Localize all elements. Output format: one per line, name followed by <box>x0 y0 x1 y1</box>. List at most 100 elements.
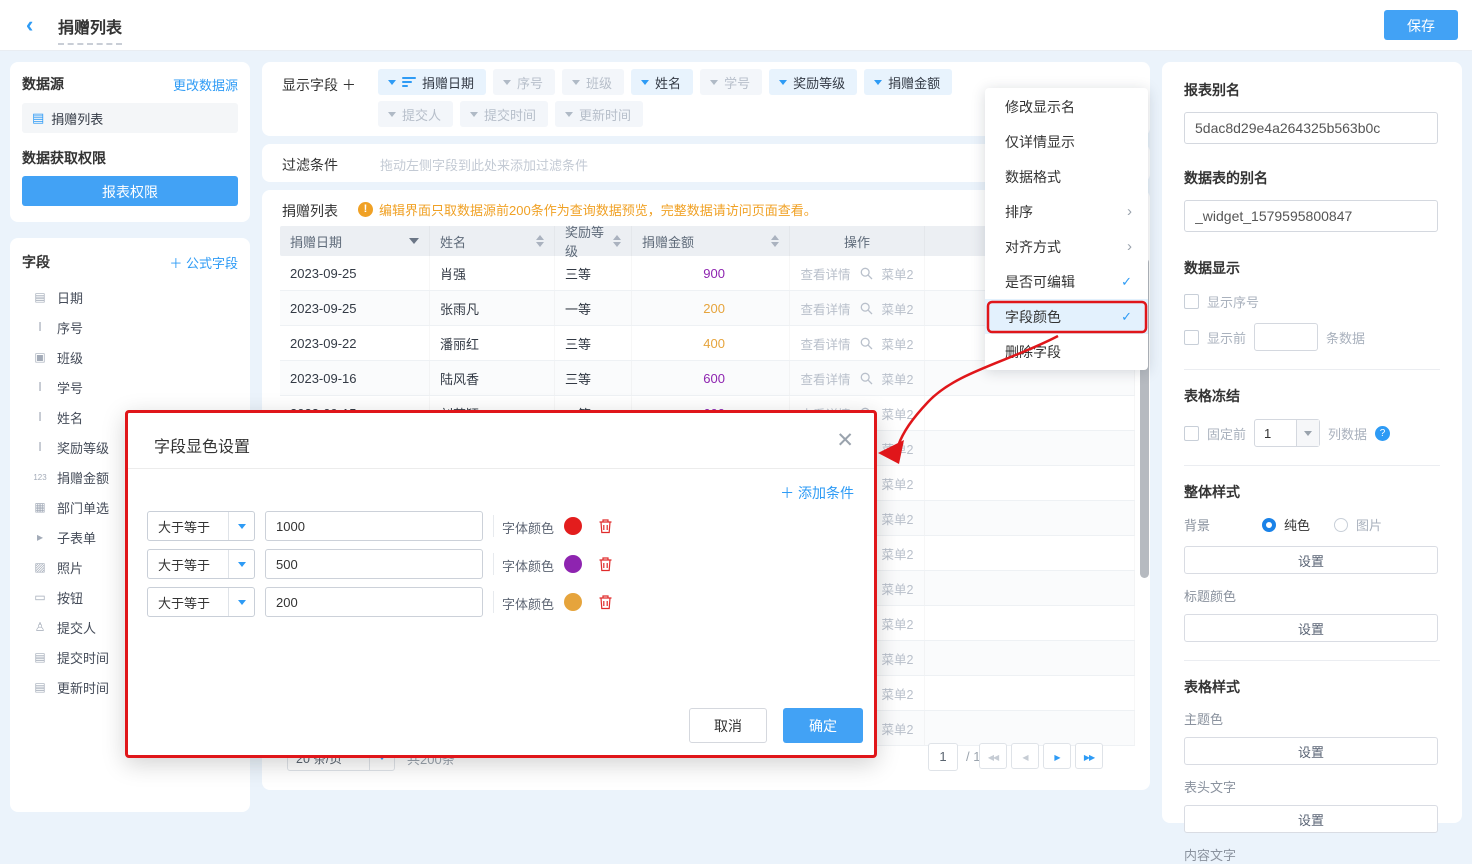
field-item-班级[interactable]: ▣班级 <box>10 342 250 372</box>
sort-desc-icon[interactable] <box>409 238 419 244</box>
filter-dropzone[interactable]: 拖动左侧字段到此处来添加过滤条件 <box>380 155 588 174</box>
header-text-set-button[interactable]: 设置 <box>1184 805 1438 833</box>
field-item-学号[interactable]: Ⅰ学号 <box>10 372 250 402</box>
freeze-count-select[interactable]: 1 <box>1254 419 1320 447</box>
menu2-link[interactable]: 菜单2 <box>882 649 914 668</box>
menu-item-排序[interactable]: 排序› <box>985 194 1148 229</box>
threshold-input[interactable] <box>265 549 483 579</box>
display-field-chip[interactable]: 班级 <box>562 69 624 95</box>
operator-select[interactable]: 大于等于 <box>147 511 255 541</box>
menu2-link[interactable]: 菜单2 <box>882 544 914 563</box>
show-first-checkbox[interactable] <box>1184 330 1199 345</box>
next-page-button[interactable]: ▶ <box>1043 743 1071 769</box>
menu-item-修改显示名[interactable]: 修改显示名 <box>985 89 1148 124</box>
show-serial-checkbox[interactable] <box>1184 294 1199 309</box>
display-field-chip[interactable]: 提交时间 <box>460 101 548 127</box>
add-formula-field-link[interactable]: ＋ 公式字段 <box>169 253 238 272</box>
column-header-奖励等级[interactable]: 奖励等级 <box>555 226 632 256</box>
save-button[interactable]: 保存 <box>1384 10 1458 40</box>
menu2-link[interactable]: 菜单2 <box>882 299 914 318</box>
fix-first-checkbox[interactable] <box>1184 426 1199 441</box>
bg-solid-radio[interactable] <box>1262 518 1276 532</box>
cancel-button[interactable]: 取消 <box>689 708 767 743</box>
show-first-count-input[interactable] <box>1254 323 1318 351</box>
view-detail-link[interactable]: 查看详情 <box>801 299 851 318</box>
menu2-link[interactable]: 菜单2 <box>882 474 914 493</box>
view-detail-link[interactable]: 查看详情 <box>801 334 851 353</box>
search-icon[interactable] <box>860 337 873 350</box>
view-detail-link[interactable]: 查看详情 <box>801 264 851 283</box>
page-number-input[interactable]: 1 <box>928 743 958 771</box>
sort-icon[interactable] <box>613 235 621 247</box>
color-swatch[interactable] <box>564 555 582 573</box>
menu2-link[interactable]: 菜单2 <box>882 719 914 738</box>
menu2-link[interactable]: 菜单2 <box>882 509 914 528</box>
column-header-捐赠日期[interactable]: 捐赠日期 <box>280 226 430 256</box>
datasource-item[interactable]: ▤ 捐赠列表 <box>22 103 238 133</box>
field-item-日期[interactable]: ▤日期 <box>10 282 250 312</box>
table-alias-input[interactable] <box>1184 200 1438 232</box>
menu2-link[interactable]: 菜单2 <box>882 684 914 703</box>
delete-icon[interactable] <box>598 518 613 539</box>
report-permission-button[interactable]: 报表权限 <box>22 176 238 206</box>
last-page-button[interactable]: ▶▶ <box>1075 743 1103 769</box>
menu-item-字段颜色[interactable]: 字段颜色✓ <box>985 299 1148 334</box>
confirm-button[interactable]: 确定 <box>783 708 863 743</box>
first-page-button[interactable]: ◀◀ <box>979 743 1007 769</box>
search-icon[interactable] <box>860 302 873 315</box>
menu-item-数据格式[interactable]: 数据格式 <box>985 159 1148 194</box>
color-swatch[interactable] <box>564 517 582 535</box>
menu-item-删除字段[interactable]: 删除字段 <box>985 334 1148 369</box>
menu2-link[interactable]: 菜单2 <box>882 264 914 283</box>
column-header-捐赠金额[interactable]: 捐赠金额 <box>632 226 790 256</box>
search-icon[interactable] <box>860 372 873 385</box>
menu2-link[interactable]: 菜单2 <box>882 439 914 458</box>
menu2-link[interactable]: 菜单2 <box>882 369 914 388</box>
divider <box>1184 465 1440 466</box>
display-field-chip[interactable]: 奖励等级 <box>769 69 857 95</box>
delete-icon[interactable] <box>598 594 613 615</box>
display-field-chip[interactable]: 提交人 <box>378 101 453 127</box>
add-condition-link[interactable]: ＋ 添加条件 <box>780 483 854 503</box>
change-datasource-link[interactable]: 更改数据源 <box>173 75 238 94</box>
sort-icon[interactable] <box>771 235 779 247</box>
filler-cell <box>925 571 1135 605</box>
close-icon[interactable]: ✕ <box>836 430 854 451</box>
menu2-link[interactable]: 菜单2 <box>882 614 914 633</box>
threshold-input[interactable] <box>265 511 483 541</box>
column-header-姓名[interactable]: 姓名 <box>430 226 555 256</box>
back-icon[interactable]: ‹ <box>26 12 33 38</box>
delete-icon[interactable] <box>598 556 613 577</box>
font-color-label: 字体颜色 <box>502 594 554 613</box>
menu2-link[interactable]: 菜单2 <box>882 334 914 353</box>
display-field-chip[interactable]: 捐赠日期 <box>378 69 486 95</box>
view-detail-link[interactable]: 查看详情 <box>801 369 851 388</box>
display-field-chip[interactable]: 学号 <box>700 69 762 95</box>
display-field-chip[interactable]: 捐赠金额 <box>864 69 952 95</box>
menu2-link[interactable]: 菜单2 <box>882 579 914 598</box>
filler-cell <box>925 466 1135 500</box>
help-icon[interactable]: ? <box>1375 426 1390 441</box>
display-field-chip[interactable]: 序号 <box>493 69 555 95</box>
menu2-link[interactable]: 菜单2 <box>882 404 914 423</box>
menu-item-对齐方式[interactable]: 对齐方式› <box>985 229 1148 264</box>
operator-select[interactable]: 大于等于 <box>147 587 255 617</box>
sort-icon[interactable] <box>536 235 544 247</box>
filler-cell <box>925 536 1135 570</box>
display-field-chip[interactable]: 姓名 <box>631 69 693 95</box>
color-swatch[interactable] <box>564 593 582 611</box>
column-header-操作[interactable]: 操作 <box>790 226 925 256</box>
prev-page-button[interactable]: ◀ <box>1011 743 1039 769</box>
bg-image-radio[interactable] <box>1334 518 1348 532</box>
operator-select[interactable]: 大于等于 <box>147 549 255 579</box>
report-alias-input[interactable] <box>1184 112 1438 144</box>
title-color-set-button[interactable]: 设置 <box>1184 614 1438 642</box>
field-item-序号[interactable]: Ⅰ序号 <box>10 312 250 342</box>
display-field-chip[interactable]: 更新时间 <box>555 101 643 127</box>
menu-item-仅详情显示[interactable]: 仅详情显示 <box>985 124 1148 159</box>
background-set-button[interactable]: 设置 <box>1184 546 1438 574</box>
theme-color-set-button[interactable]: 设置 <box>1184 737 1438 765</box>
threshold-input[interactable] <box>265 587 483 617</box>
menu-item-是否可编辑[interactable]: 是否可编辑✓ <box>985 264 1148 299</box>
search-icon[interactable] <box>860 267 873 280</box>
